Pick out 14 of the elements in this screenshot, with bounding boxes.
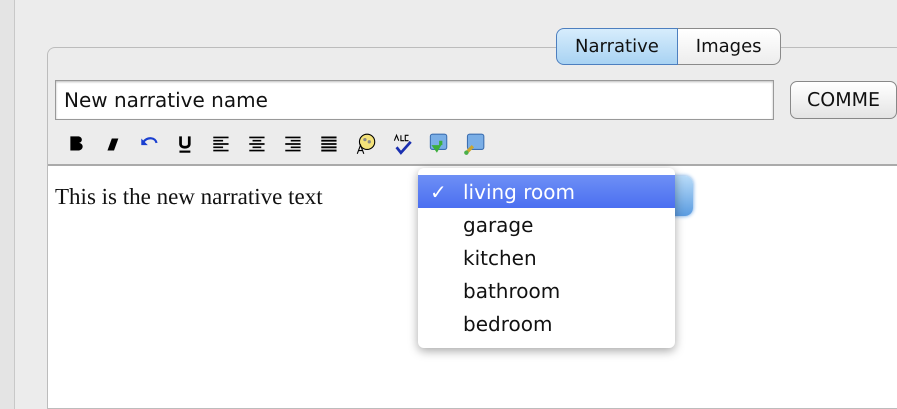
menu-item[interactable]: ✓ living room — [418, 175, 675, 208]
export-icon[interactable] — [462, 132, 486, 156]
check-mark: ✓ — [430, 180, 448, 204]
narrative-text: This is the new narrative text — [55, 184, 323, 209]
tab[interactable]: Images — [678, 28, 781, 65]
menu-item[interactable]: bedroom — [418, 307, 675, 340]
narrative-name-field[interactable]: New narrative name — [55, 80, 774, 120]
comment-button[interactable]: COMME — [790, 81, 897, 119]
tab[interactable]: Narrative — [556, 28, 678, 65]
text-editor[interactable]: This is the new narrative text ✓ living room garage kitchen bathroom bedroom — [48, 164, 897, 408]
menu-item[interactable]: garage — [418, 208, 675, 241]
menu-item[interactable]: kitchen — [418, 241, 675, 274]
palette-icon[interactable] — [354, 132, 378, 156]
menu-item[interactable]: bathroom — [418, 274, 675, 307]
